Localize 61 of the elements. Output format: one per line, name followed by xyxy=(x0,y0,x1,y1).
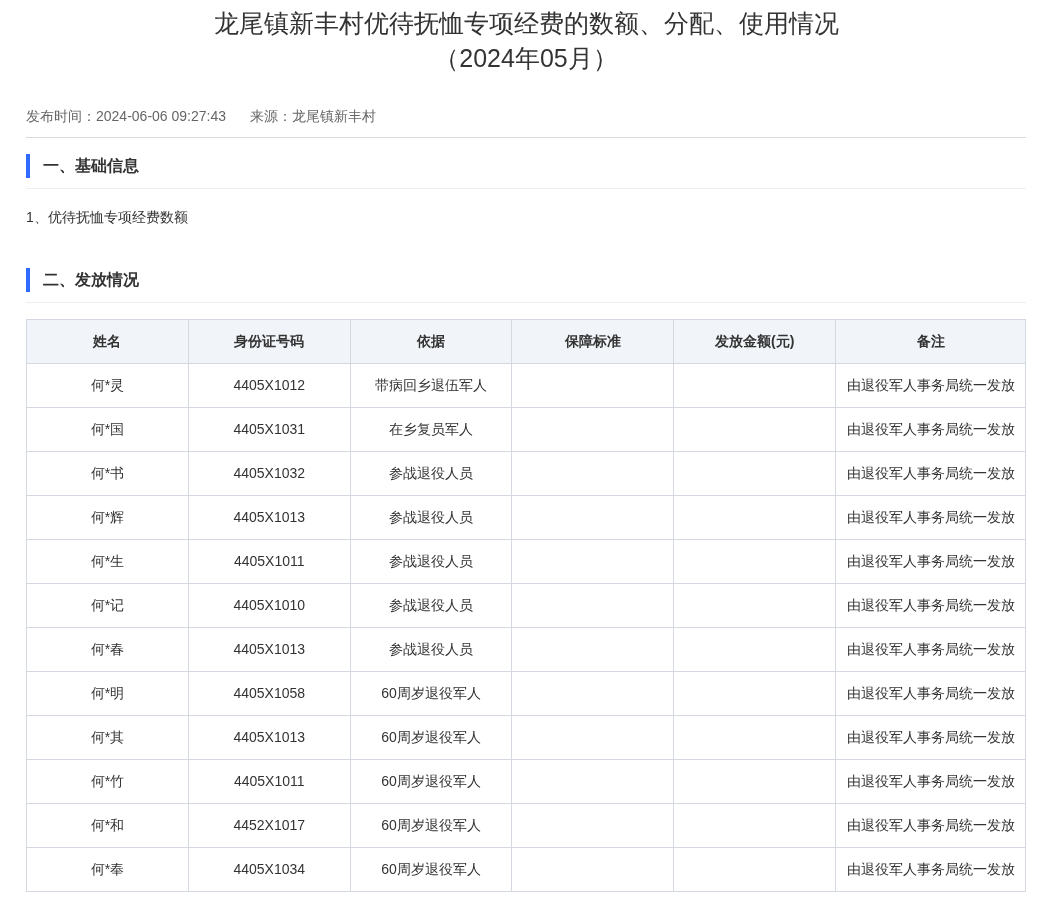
table-cell: 4405X1010 xyxy=(188,583,351,628)
table-cell: 4405X1034 xyxy=(188,847,351,892)
table-cell: 4405X1013 xyxy=(188,715,351,760)
page-title: 龙尾镇新丰村优待抚恤专项经费的数额、分配、使用情况 xyxy=(212,8,840,39)
table-cell: 何*明 xyxy=(26,671,189,716)
column-header: 身份证号码 xyxy=(188,319,351,364)
table-cell: 何*春 xyxy=(26,627,189,672)
table-cell: 由退役军人事务局统一发放 xyxy=(835,495,1026,540)
table-cell: 何*和 xyxy=(26,803,189,848)
table-cell: 由退役军人事务局统一发放 xyxy=(835,803,1026,848)
table-cell: 由退役军人事务局统一发放 xyxy=(835,671,1026,716)
table-cell: 60周岁退役军人 xyxy=(350,803,512,848)
table-cell: 由退役军人事务局统一发放 xyxy=(835,539,1026,584)
table-cell: 4452X1017 xyxy=(188,803,351,848)
section-heading: 二、发放情况 xyxy=(26,268,1026,292)
table-cell: 带病回乡退伍军人 xyxy=(350,363,512,408)
column-header: 依据 xyxy=(350,319,512,364)
table-cell: 何*奉 xyxy=(26,847,189,892)
table-cell: 在乡复员军人 xyxy=(350,407,512,452)
table-cell: 参战退役人员 xyxy=(350,627,512,672)
table-cell: 参战退役人员 xyxy=(350,495,512,540)
column-header: 备注 xyxy=(835,319,1026,364)
table-cell: 60周岁退役军人 xyxy=(350,759,512,804)
table-cell: 由退役军人事务局统一发放 xyxy=(835,627,1026,672)
table-cell: 由退役军人事务局统一发放 xyxy=(835,363,1026,408)
table-cell: 4405X1011 xyxy=(188,539,351,584)
table-cell: 由退役军人事务局统一发放 xyxy=(835,847,1026,892)
table-cell: 何*其 xyxy=(26,715,189,760)
publish-time: 发布时间：2024-06-06 09:27:43 xyxy=(26,107,226,126)
table-cell: 60周岁退役军人 xyxy=(350,715,512,760)
paragraph-text: 1、优待抚恤专项经费数额 xyxy=(26,208,189,227)
table-cell: 4405X1013 xyxy=(188,627,351,672)
table-cell: 何*书 xyxy=(26,451,189,496)
table-cell: 何*国 xyxy=(26,407,189,452)
column-header: 发放金额(元) xyxy=(673,319,836,364)
table-cell: 何*灵 xyxy=(26,363,189,408)
table-cell: 参战退役人员 xyxy=(350,539,512,584)
table-cell: 由退役军人事务局统一发放 xyxy=(835,407,1026,452)
table-cell: 4405X1012 xyxy=(188,363,351,408)
column-header: 保障标准 xyxy=(512,319,674,364)
table-cell: 何*生 xyxy=(26,539,189,584)
table-cell: 参战退役人员 xyxy=(350,451,512,496)
table-cell: 何*记 xyxy=(26,583,189,628)
table-cell: 由退役军人事务局统一发放 xyxy=(835,759,1026,804)
table-cell: 何*竹 xyxy=(26,759,189,804)
table-cell: 4405X1032 xyxy=(188,451,351,496)
table-cell: 由退役军人事务局统一发放 xyxy=(835,715,1026,760)
column-header: 姓名 xyxy=(26,319,189,364)
page-subtitle: （2024年05月） xyxy=(433,43,619,74)
table-cell: 参战退役人员 xyxy=(350,583,512,628)
table-cell: 4405X1013 xyxy=(188,495,351,540)
table-cell: 由退役军人事务局统一发放 xyxy=(835,451,1026,496)
table-cell: 4405X1058 xyxy=(188,671,351,716)
table-cell: 何*辉 xyxy=(26,495,189,540)
table-cell: 60周岁退役军人 xyxy=(350,671,512,716)
source-text: 来源：龙尾镇新丰村 xyxy=(250,107,376,126)
section-heading: 一、基础信息 xyxy=(26,154,1026,178)
table-cell: 4405X1031 xyxy=(188,407,351,452)
table-cell: 4405X1011 xyxy=(188,759,351,804)
table-cell: 由退役军人事务局统一发放 xyxy=(835,583,1026,628)
table-cell: 60周岁退役军人 xyxy=(350,847,512,892)
